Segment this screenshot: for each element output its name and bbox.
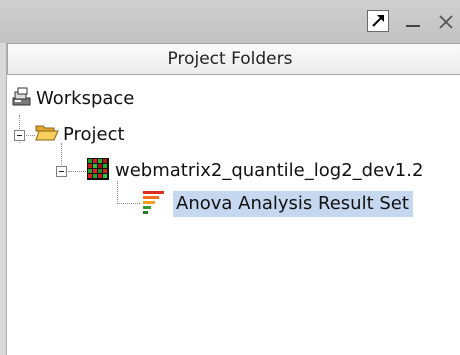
anova-result-icon bbox=[143, 190, 165, 219]
project-folders-window: Project Folders Workspace Project webmat… bbox=[0, 0, 460, 355]
panel-header: Project Folders bbox=[7, 43, 460, 75]
title-bar bbox=[0, 0, 460, 44]
collapse-toggle[interactable] bbox=[14, 130, 25, 141]
close-icon bbox=[439, 15, 453, 29]
project-tree[interactable]: Workspace Project webmatrix2_quantile_lo… bbox=[7, 75, 460, 355]
tree-node-workspace[interactable]: Workspace bbox=[12, 85, 134, 113]
minimize-button[interactable] bbox=[402, 9, 426, 33]
tree-node-anova-result[interactable]: Anova Analysis Result Set bbox=[143, 190, 413, 218]
float-button[interactable] bbox=[367, 10, 389, 32]
tree-node-label: Workspace bbox=[36, 88, 135, 109]
collapse-toggle[interactable] bbox=[56, 166, 67, 177]
float-arrow-icon bbox=[372, 15, 384, 27]
tree-node-label: Project bbox=[63, 124, 125, 145]
folder-open-icon bbox=[35, 123, 59, 148]
tree-connector bbox=[68, 171, 86, 172]
tree-node-project[interactable]: Project bbox=[35, 121, 125, 149]
panel-left-edge bbox=[0, 43, 7, 355]
tree-connector bbox=[117, 203, 140, 204]
heatmap-matrix-icon bbox=[87, 157, 109, 185]
tree-node-dataset[interactable]: webmatrix2_quantile_log2_dev1.2 bbox=[87, 157, 423, 185]
workspace-icon bbox=[12, 86, 32, 113]
minimize-icon bbox=[406, 25, 420, 27]
close-button[interactable] bbox=[434, 9, 458, 33]
tree-connector bbox=[26, 135, 35, 136]
tree-node-label: Anova Analysis Result Set bbox=[173, 191, 413, 217]
panel-title: Project Folders bbox=[167, 49, 293, 69]
tree-node-label: webmatrix2_quantile_log2_dev1.2 bbox=[115, 160, 424, 181]
